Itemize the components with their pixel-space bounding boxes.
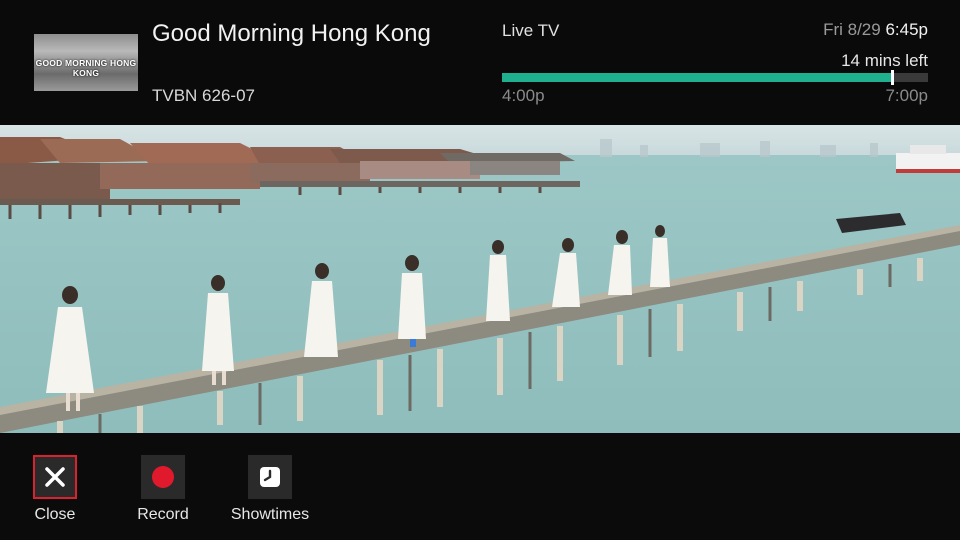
current-time: 6:45p — [885, 20, 928, 39]
live-tv-label: Live TV — [502, 21, 560, 40]
info-header: GOOD MORNING HONG KONG Good Morning Hong… — [0, 0, 960, 125]
video-frame — [0, 125, 960, 433]
program-end-time: 7:00p — [885, 86, 928, 105]
record-button[interactable] — [141, 455, 185, 499]
record-action[interactable]: Record — [128, 455, 198, 524]
progress-position-marker — [890, 70, 894, 85]
showtimes-label: Showtimes — [230, 506, 310, 523]
close-icon — [45, 467, 65, 487]
showtimes-action[interactable]: Showtimes — [226, 455, 314, 524]
close-action[interactable]: Close — [24, 455, 86, 524]
program-thumbnail: GOOD MORNING HONG KONG — [34, 34, 138, 91]
clock-icon — [260, 467, 280, 487]
action-bar: Close Record Showtimes — [0, 433, 960, 540]
record-icon — [152, 466, 174, 488]
channel-info: TVBN 626-07 — [152, 86, 255, 105]
program-title: Good Morning Hong Kong — [152, 20, 431, 47]
program-start-time: 4:00p — [502, 86, 545, 105]
close-label: Close — [34, 506, 76, 523]
video-player[interactable] — [0, 125, 960, 433]
record-label: Record — [137, 506, 189, 523]
thumbnail-logo-text: GOOD MORNING HONG KONG — [35, 58, 137, 78]
progress-bar — [502, 70, 928, 85]
current-date: Fri 8/29 — [823, 20, 881, 39]
showtimes-button[interactable] — [248, 455, 292, 499]
progress-fill — [502, 73, 892, 82]
close-button[interactable] — [33, 455, 77, 499]
time-remaining: 14 mins left — [841, 51, 928, 70]
date-time: Fri 8/29 6:45p — [823, 20, 928, 40]
